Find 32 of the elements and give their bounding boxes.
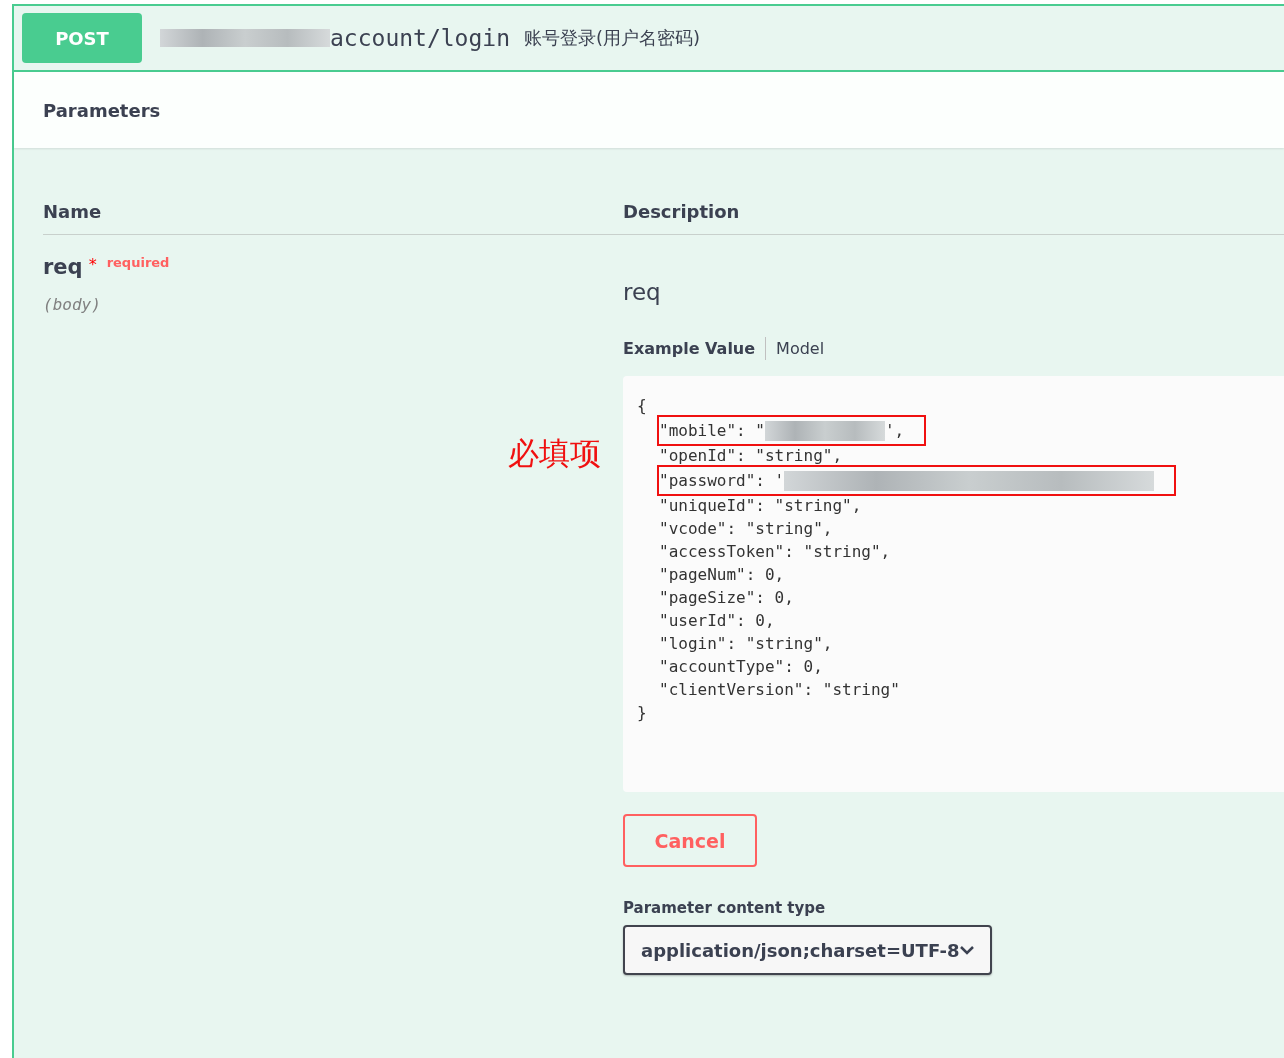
code-line: "pageNum": 0, (659, 565, 785, 584)
code-line: "login": "string", (659, 634, 833, 653)
code-line: "pageSize": 0, (659, 588, 794, 607)
code-line: "mobile": " (659, 421, 765, 440)
code-line: } (637, 703, 647, 722)
code-line: "clientVersion": "string" (659, 680, 900, 699)
example-tab[interactable]: Model (766, 337, 835, 360)
required-mark: * (88, 255, 97, 274)
parameter-description: req (623, 279, 662, 305)
code-line: "accountType": 0, (659, 657, 823, 676)
content-type-label: Parameter content type (623, 899, 827, 917)
endpoint-path: account/login (330, 25, 510, 51)
code-line: "password": ' (659, 471, 785, 490)
parameter-name: req (43, 255, 83, 279)
endpoint-summary: 账号登录(用户名密码) (524, 26, 701, 50)
content-type-select[interactable]: application/json;charset=UTF-8 (623, 925, 992, 975)
code-line: { (637, 396, 647, 415)
section-title: Parameters (43, 99, 161, 121)
required-label: required (106, 255, 170, 270)
column-header: Description (623, 201, 741, 222)
method-badge: POST (22, 13, 142, 63)
code-line: "accessToken": "string", (659, 542, 891, 561)
code-line: "openId": "string", (659, 446, 843, 465)
code-line: "userId": 0, (659, 611, 775, 630)
column-header: Name (43, 201, 103, 222)
chevron-down-icon (960, 945, 974, 955)
code-punctuation: ', (884, 421, 905, 440)
example-tab[interactable]: Example Value (623, 337, 767, 360)
annotation-text: 必填项 (508, 434, 601, 473)
parameter-location: (body) (43, 295, 102, 314)
code-line: "vcode": "string", (659, 519, 833, 538)
code-line: "uniqueId": "string", (659, 496, 862, 515)
